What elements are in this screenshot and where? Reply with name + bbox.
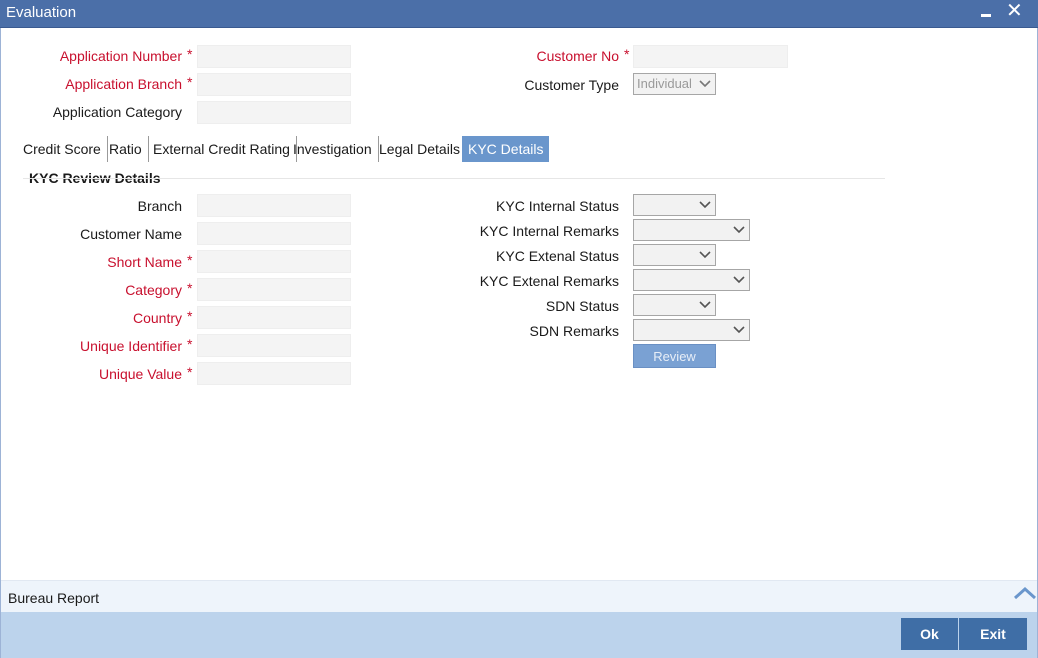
required-marker: * [187, 74, 193, 90]
ok-button[interactable]: Ok [901, 618, 958, 650]
sdn-status-select[interactable] [633, 294, 716, 316]
tab-external-credit-rating[interactable]: External Credit Rating [147, 136, 297, 162]
close-icon[interactable]: ✕ [1006, 0, 1023, 22]
kyc-internal-status-label: KYC Internal Status [496, 198, 619, 214]
kyc-internal-remarks-label: KYC Internal Remarks [479, 223, 619, 239]
chevron-down-icon [699, 80, 711, 88]
unique-identifier-field[interactable] [197, 334, 351, 357]
unique-identifier-label: Unique Identifier [80, 338, 182, 354]
chevron-up-icon[interactable] [1013, 585, 1037, 601]
kyc-external-remarks-label: KYC Extenal Remarks [479, 273, 619, 289]
window-title: Evaluation [6, 4, 77, 21]
bureau-report-label[interactable]: Bureau Report [8, 590, 99, 606]
chevron-down-icon [733, 326, 745, 334]
kyc-external-status-select[interactable] [633, 244, 716, 266]
customer-no-field[interactable] [633, 45, 788, 68]
customer-name-label: Customer Name [80, 226, 182, 242]
sdn-remarks-label: SDN Remarks [529, 323, 619, 339]
chevron-down-icon [699, 201, 711, 209]
customer-no-label: Customer No [536, 48, 619, 64]
sdn-status-label: SDN Status [545, 298, 619, 314]
required-marker: * [187, 280, 193, 296]
evaluation-window: Application Number * Application Branch … [0, 28, 1038, 658]
customer-name-field[interactable] [197, 222, 351, 245]
unique-value-label: Unique Value [98, 366, 182, 382]
chevron-down-icon [733, 276, 745, 284]
required-marker: * [187, 364, 193, 380]
tab-investigation[interactable]: Investigation [287, 136, 379, 162]
branch-field[interactable] [197, 194, 351, 217]
minimize-icon[interactable] [978, 1, 994, 23]
application-category-field[interactable] [197, 101, 351, 124]
chevron-down-icon [733, 226, 745, 234]
kyc-internal-remarks-select[interactable] [633, 219, 750, 241]
tab-ratio[interactable]: Ratio [103, 136, 149, 162]
short-name-field[interactable] [197, 250, 351, 273]
application-branch-field[interactable] [197, 73, 351, 96]
branch-label: Branch [137, 198, 182, 214]
unique-value-field[interactable] [197, 362, 351, 385]
tab-credit-score[interactable]: Credit Score [17, 136, 108, 162]
title-bar: Evaluation ✕ [0, 0, 1038, 28]
customer-type-value: Individual [637, 76, 692, 91]
chevron-down-icon [699, 301, 711, 309]
chevron-down-icon [699, 251, 711, 259]
kyc-external-remarks-select[interactable] [633, 269, 750, 291]
required-marker: * [187, 252, 193, 268]
category-field[interactable] [197, 278, 351, 301]
kyc-internal-status-select[interactable] [633, 194, 716, 216]
tab-kyc-details[interactable]: KYC Details [462, 136, 550, 162]
required-marker: * [187, 336, 193, 352]
tab-legal-details[interactable]: Legal Details [373, 136, 467, 162]
section-divider [23, 178, 885, 179]
country-field[interactable] [197, 306, 351, 329]
bureau-report-bar: Bureau Report [1, 580, 1037, 612]
required-marker: * [187, 308, 193, 324]
required-marker: * [187, 46, 193, 62]
sdn-remarks-select[interactable] [633, 319, 750, 341]
customer-type-select[interactable]: Individual [633, 73, 716, 95]
kyc-external-status-label: KYC Extenal Status [496, 248, 619, 264]
customer-type-label: Customer Type [524, 77, 619, 93]
application-category-label: Application Category [52, 104, 182, 120]
application-number-field[interactable] [197, 45, 351, 68]
required-marker: * [624, 46, 630, 62]
category-label: Category [125, 282, 182, 298]
review-button[interactable]: Review [633, 344, 716, 368]
application-branch-label: Application Branch [65, 76, 182, 92]
application-number-label: Application Number [59, 48, 182, 64]
short-name-label: Short Name [107, 254, 182, 270]
exit-button[interactable]: Exit [959, 618, 1027, 650]
country-label: Country [132, 310, 182, 326]
footer-bar: Ok Exit [1, 612, 1037, 658]
